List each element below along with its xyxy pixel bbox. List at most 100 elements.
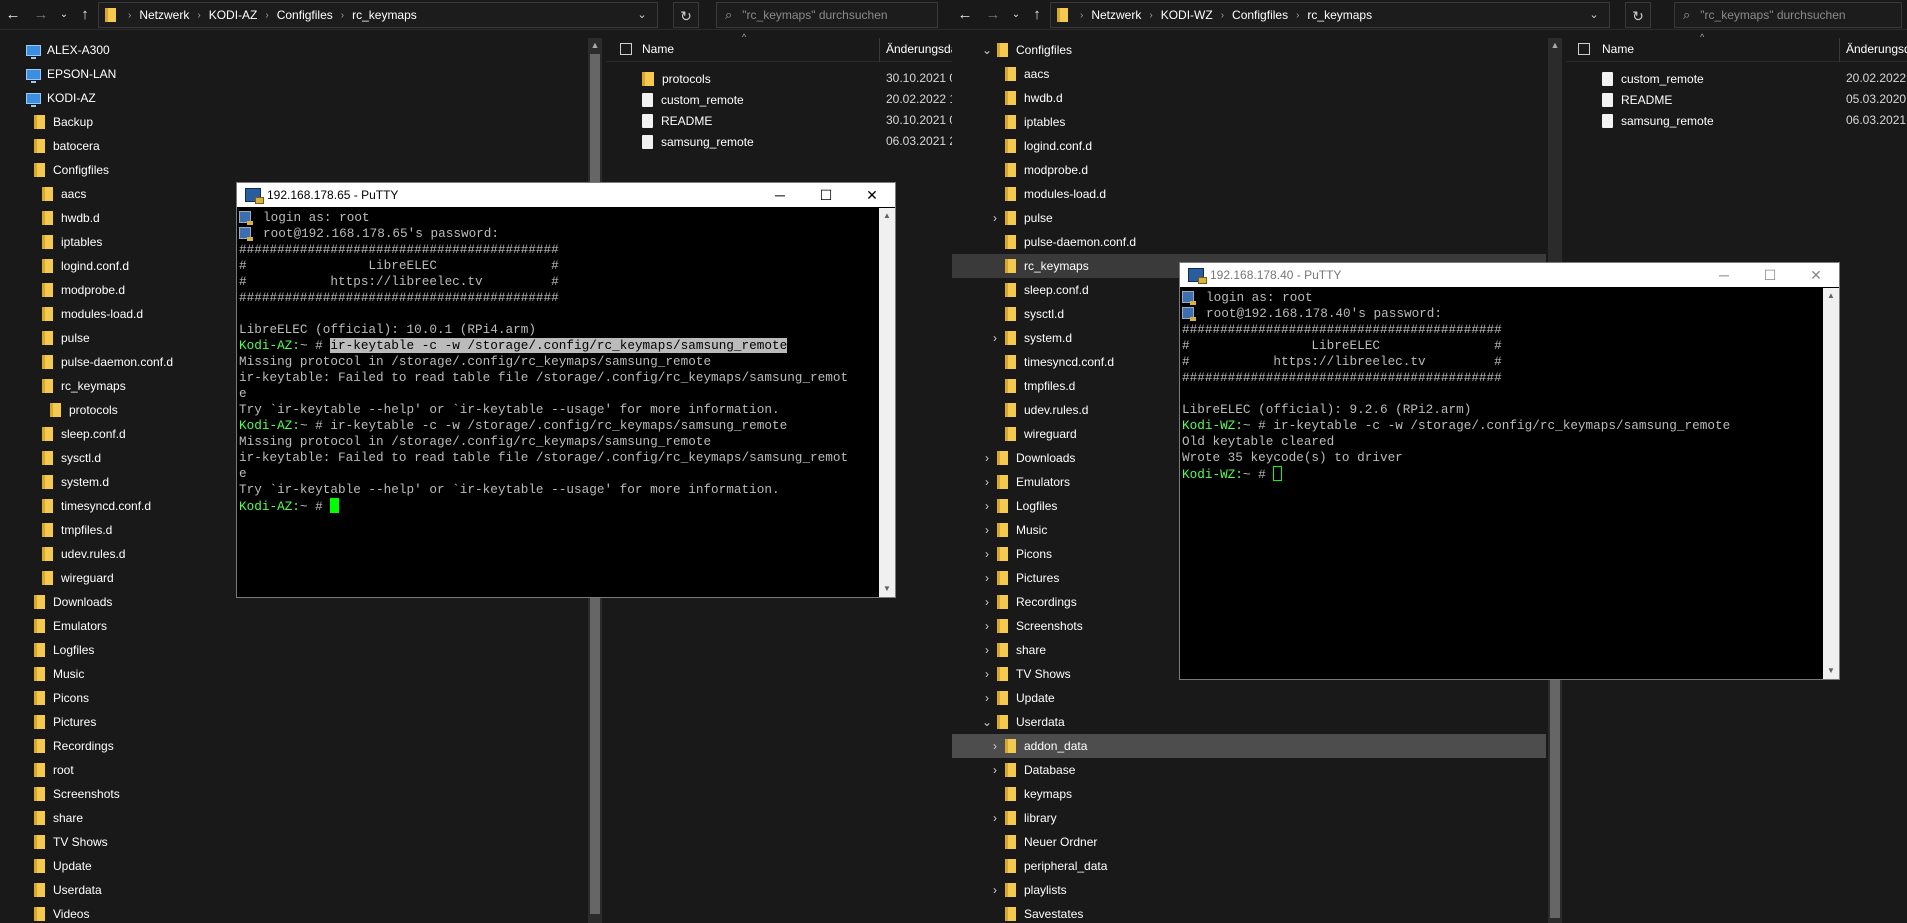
chevron-right-icon[interactable]: › [989,811,1001,825]
file-row[interactable]: protocols [642,68,711,89]
tree-item[interactable]: Recordings [0,734,585,758]
column-header-name[interactable]: Name [642,42,674,56]
select-all-checkbox[interactable] [620,43,632,55]
scroll-down-arrow[interactable]: ▼ [879,581,895,597]
maximize-button[interactable]: ☐ [803,183,849,207]
tree-item[interactable]: keymaps [952,782,1546,806]
chevron-right-icon[interactable]: › [981,523,993,537]
tree-item[interactable]: › addon_data [952,734,1546,758]
terminal-output[interactable]: login as: root root@192.168.178.40's pass… [1181,288,1823,679]
breadcrumb-item[interactable]: rc_keymaps [1303,8,1376,22]
tree-item[interactable]: peripheral_data [952,854,1546,878]
tree-item[interactable]: Savestates [952,902,1546,923]
tree-item[interactable]: Configfiles [0,158,585,182]
back-button[interactable]: ← [4,6,22,24]
column-header-date[interactable]: Änderungsdatum [886,42,952,56]
address-dropdown-button[interactable]: ⌄ [629,3,655,27]
breadcrumb-item[interactable]: rc_keymaps [348,8,421,22]
putty-window-left[interactable]: 192.168.178.65 - PuTTY ─ ☐ ✕ login as: r… [236,182,896,598]
breadcrumb-item[interactable]: Configfiles [273,8,337,22]
tree-item[interactable]: Neuer Ordner [952,830,1546,854]
breadcrumb-item[interactable]: Configfiles [1228,8,1292,22]
chevron-right-icon[interactable]: › [989,211,1001,225]
chevron-right-icon[interactable]: › [981,691,993,705]
tree-item[interactable]: modules-load.d [952,182,1546,206]
tree-item[interactable]: batocera [0,134,585,158]
search-box[interactable]: ⌕ [1674,2,1902,28]
chevron-right-icon[interactable]: › [981,451,993,465]
tree-item[interactable]: Screenshots [0,782,585,806]
chevron-right-icon[interactable]: › [981,571,993,585]
column-divider[interactable] [1839,38,1840,62]
terminal-scrollbar[interactable]: ▲ ▼ [1823,288,1839,679]
chevron-right-icon[interactable]: › [981,475,993,489]
scroll-up-arrow[interactable]: ▲ [588,38,602,52]
tree-item[interactable]: Emulators [0,614,585,638]
tree-item[interactable]: iptables [952,110,1546,134]
scroll-up-arrow[interactable]: ▲ [1548,38,1562,52]
breadcrumb-item[interactable]: Netzwerk [135,8,193,22]
tree-item[interactable]: Videos [0,902,585,923]
minimize-button[interactable]: ─ [757,183,803,207]
close-button[interactable]: ✕ [1793,263,1839,287]
tree-item[interactable]: modprobe.d [952,158,1546,182]
tree-item[interactable]: Picons [0,686,585,710]
recent-locations-dropdown[interactable]: ⌄ [55,6,73,24]
scroll-down-arrow[interactable]: ▼ [1823,663,1839,679]
minimize-button[interactable]: ─ [1701,263,1747,287]
select-all-checkbox[interactable] [1578,43,1590,55]
tree-item[interactable]: ⌄ Userdata [952,710,1546,734]
breadcrumb-item[interactable]: KODI-WZ [1157,8,1217,22]
up-button[interactable]: ↑ [76,6,94,24]
tree-item[interactable]: logind.conf.d [952,134,1546,158]
putty-window-right[interactable]: 192.168.178.40 - PuTTY ─ ☐ ✕ login as: r… [1179,262,1840,680]
chevron-right-icon[interactable]: › [989,739,1001,753]
tree-item[interactable]: share [0,806,585,830]
file-row[interactable]: README [642,110,712,131]
tree-item[interactable]: Logfiles [0,638,585,662]
file-row[interactable]: samsung_remote [642,131,754,152]
chevron-right-icon[interactable]: › [981,619,993,633]
terminal-output[interactable]: login as: root root@192.168.178.65's pass… [238,208,879,597]
tree-item[interactable]: TV Shows [0,830,585,854]
scroll-up-arrow[interactable]: ▲ [879,208,895,224]
chevron-right-icon[interactable]: › [981,667,993,681]
tree-item[interactable]: hwdb.d [952,86,1546,110]
tree-item[interactable]: › library [952,806,1546,830]
forward-button[interactable]: → [32,6,50,24]
putty-titlebar[interactable]: 192.168.178.65 - PuTTY ─ ☐ ✕ [237,183,895,207]
file-row[interactable]: custom_remote [642,89,744,110]
chevron-down-icon[interactable]: ⌄ [981,43,993,57]
breadcrumb-item[interactable]: Netzwerk [1087,8,1145,22]
address-dropdown-button[interactable]: ⌄ [1581,3,1607,27]
tree-item[interactable]: root [0,758,585,782]
breadcrumb-item[interactable]: KODI-AZ [205,8,262,22]
address-bar[interactable]: › Netzwerk › KODI-WZ › Configfiles › rc_… [1050,2,1610,28]
putty-icon[interactable] [1188,268,1207,284]
putty-titlebar[interactable]: 192.168.178.40 - PuTTY ─ ☐ ✕ [1180,263,1839,287]
chevron-right-icon[interactable]: › [981,547,993,561]
terminal-scrollbar[interactable]: ▲ ▼ [879,208,895,597]
tree-item[interactable]: ALEX-A300 [0,38,585,62]
file-row[interactable]: README [1602,89,1672,110]
chevron-right-icon[interactable]: › [989,763,1001,777]
tree-item[interactable]: KODI-AZ [0,86,585,110]
back-button[interactable]: ← [956,6,974,24]
chevron-right-icon[interactable]: › [989,883,1001,897]
tree-item[interactable]: › Update [952,686,1546,710]
close-button[interactable]: ✕ [849,183,895,207]
putty-icon[interactable] [245,188,264,204]
tree-item[interactable]: ⌄ Configfiles [952,38,1546,62]
search-input[interactable] [742,8,937,22]
chevron-down-icon[interactable]: ⌄ [981,715,993,729]
recent-locations-dropdown[interactable]: ⌄ [1007,6,1025,24]
tree-item[interactable]: Music [0,662,585,686]
file-row[interactable]: custom_remote [1602,68,1704,89]
column-header-name[interactable]: Name [1602,42,1634,56]
search-box[interactable]: ⌕ [716,2,938,28]
scroll-up-arrow[interactable]: ▲ [1823,288,1839,304]
tree-item[interactable]: Userdata [0,878,585,902]
tree-item[interactable]: Pictures [0,710,585,734]
maximize-button[interactable]: ☐ [1747,263,1793,287]
chevron-right-icon[interactable]: › [989,331,1001,345]
